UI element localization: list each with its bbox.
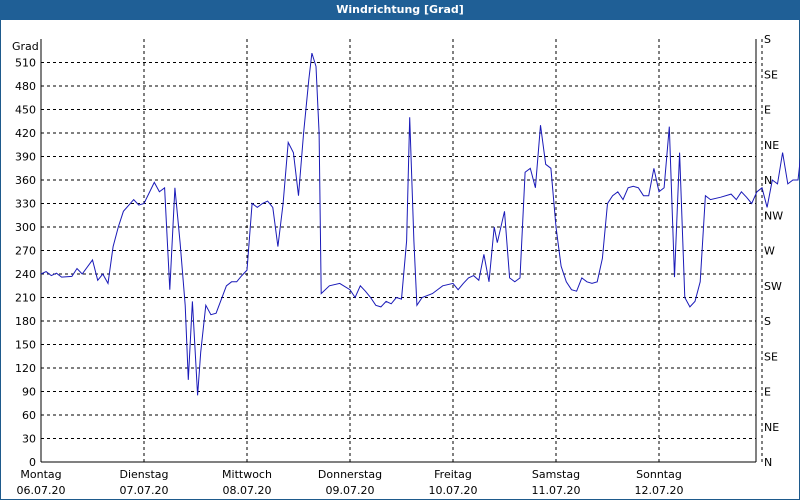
right-axis-label: NE	[764, 139, 779, 152]
x-tick-date: 10.07.20	[429, 484, 478, 497]
right-axis-label: NW	[764, 209, 783, 222]
right-axis-label: N	[764, 456, 772, 469]
right-axis-label: SE	[764, 68, 778, 81]
right-axis-label: E	[764, 386, 771, 399]
y-tick-label: 510	[15, 57, 36, 70]
y-tick-label: 450	[15, 104, 36, 117]
x-tick-date: 11.07.20	[532, 484, 581, 497]
right-axis-label: SE	[764, 350, 778, 363]
tick-labels: Grad030609012015018021024027030033036039…	[12, 33, 783, 497]
y-tick-label: 300	[15, 221, 36, 234]
y-tick-label: 90	[22, 386, 36, 399]
right-axis-label: W	[764, 245, 775, 258]
y-tick-label: 240	[15, 268, 36, 281]
y-tick-label: 120	[15, 362, 36, 375]
x-tick-day: Freitag	[434, 468, 472, 481]
x-tick-day: Mittwoch	[222, 468, 272, 481]
y-tick-label: 390	[15, 151, 36, 164]
y-tick-label: 330	[15, 198, 36, 211]
x-tick-day: Samstag	[532, 468, 580, 481]
x-tick-day: Donnerstag	[318, 468, 382, 481]
right-axis-label: NE	[764, 421, 779, 434]
right-axis-label: S	[764, 33, 771, 46]
x-tick-date: 08.07.20	[223, 484, 272, 497]
y-tick-label: 360	[15, 174, 36, 187]
right-axis-label: E	[764, 104, 771, 117]
x-tick-day: Sonntag	[636, 468, 682, 481]
x-tick-day: Dienstag	[119, 468, 168, 481]
x-tick-day: Montag	[20, 468, 61, 481]
x-tick-date: 07.07.20	[120, 484, 169, 497]
right-axis-label: S	[764, 315, 771, 328]
series-layer	[40, 52, 800, 396]
y-tick-label: 30	[22, 433, 36, 446]
y-tick-label: 480	[15, 80, 36, 93]
x-tick-date: 12.07.20	[635, 484, 684, 497]
y-tick-label: 420	[15, 127, 36, 140]
y-axis-label: Grad	[12, 40, 39, 53]
grid	[41, 39, 763, 462]
x-tick-date: 09.07.20	[326, 484, 375, 497]
wind-direction-chart: Grad030609012015018021024027030033036039…	[12, 33, 800, 497]
y-tick-label: 180	[15, 315, 36, 328]
y-tick-label: 60	[22, 409, 36, 422]
right-axis-label: SW	[764, 280, 782, 293]
series-line	[40, 52, 800, 396]
y-tick-label: 270	[15, 245, 36, 258]
y-tick-label: 210	[15, 292, 36, 305]
y-tick-label: 150	[15, 339, 36, 352]
x-tick-date: 06.07.20	[17, 484, 66, 497]
